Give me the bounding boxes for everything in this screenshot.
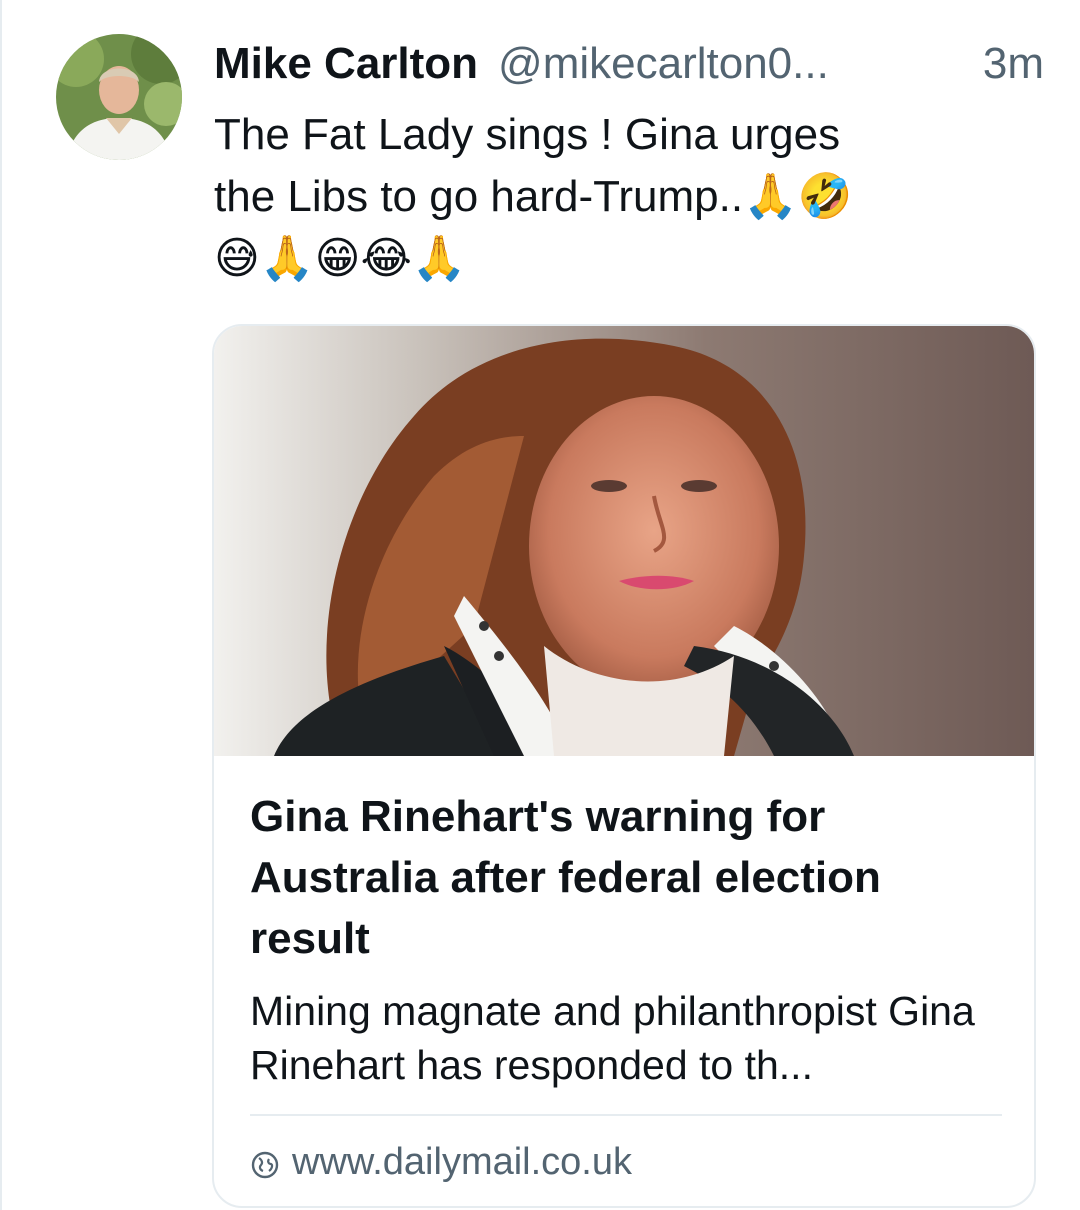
author-handle[interactable]: @mikecarlton0...	[498, 39, 829, 89]
news-photo	[214, 326, 1034, 756]
post-timestamp[interactable]: 3m	[983, 39, 1044, 89]
card-divider	[250, 1114, 1002, 1116]
post-text-line: 😅🙏😁😂🙏	[214, 233, 467, 284]
link-preview-description: Mining magnate and philanthropist Gina R…	[250, 988, 975, 1088]
post[interactable]: Mike Carlton @mikecarlton0... 3m The Fat…	[0, 0, 1080, 1210]
post-text: The Fat Lady sings ! Gina urges the Libs…	[214, 104, 1014, 290]
author-display-name[interactable]: Mike Carlton	[214, 39, 478, 89]
post-text-line: the Libs to go hard-Trump..🙏🤣	[214, 172, 853, 221]
post-text-line: The Fat Lady sings ! Gina urges	[214, 110, 841, 159]
link-domain-text[interactable]: www.dailymail.co.uk	[292, 1141, 632, 1184]
author-avatar[interactable]	[56, 34, 182, 160]
link-preview-image	[214, 326, 1034, 756]
avatar-photo	[56, 34, 182, 160]
link-preview-title: Gina Rinehart's warning for Australia af…	[250, 792, 881, 963]
link-preview-domain[interactable]: www.dailymail.co.uk	[250, 1134, 632, 1190]
post-header: Mike Carlton @mikecarlton0... 3m	[214, 36, 1044, 92]
globe-icon	[250, 1147, 280, 1179]
link-preview-card[interactable]: Gina Rinehart's warning for Australia af…	[212, 324, 1036, 1208]
